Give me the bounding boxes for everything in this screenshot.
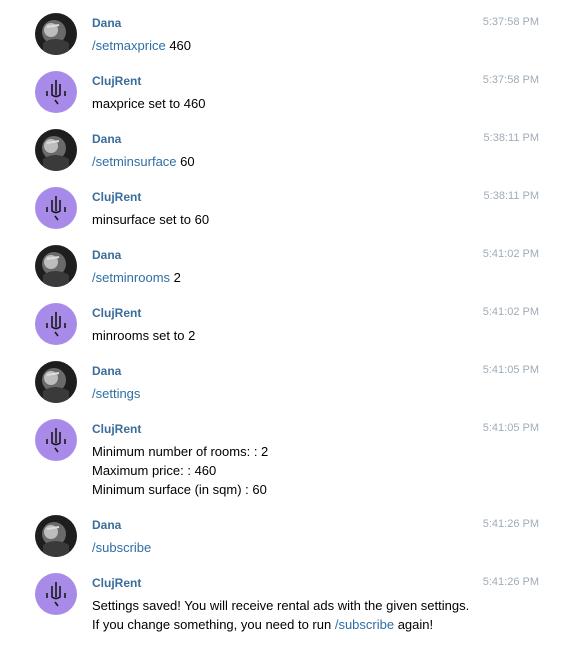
user-avatar[interactable]: [35, 515, 77, 557]
sender-name[interactable]: ClujRent: [92, 74, 141, 88]
message-line: Settings saved! You will receive rental …: [92, 598, 470, 613]
user-avatar[interactable]: [35, 129, 77, 171]
message-text: /settings: [92, 384, 140, 403]
command-link[interactable]: /setmaxprice: [92, 38, 166, 53]
message-timestamp: 5:41:05 PM: [482, 422, 539, 434]
message-line: maxprice set to 460: [92, 96, 206, 111]
message-line-suffix: again!: [394, 617, 434, 632]
user-avatar[interactable]: [35, 361, 77, 403]
bot-avatar[interactable]: [35, 573, 77, 615]
message-text: Minimum number of rooms: : 2 Maximum pri…: [92, 442, 268, 499]
bot-avatar[interactable]: [35, 187, 77, 229]
message-timestamp: 5:38:11 PM: [483, 132, 539, 144]
user-avatar[interactable]: [35, 245, 77, 287]
chat-history: Dana 5:37:58 PM /setmaxprice 460 ClujRen…: [0, 0, 572, 645]
message-timestamp: 5:41:26 PM: [482, 576, 539, 588]
sender-name[interactable]: Dana: [92, 364, 121, 378]
message-text: /setminrooms 2: [92, 268, 181, 287]
command-link[interactable]: /settings: [92, 386, 140, 401]
sender-name[interactable]: ClujRent: [92, 190, 141, 204]
bot-avatar[interactable]: [35, 71, 77, 113]
sender-name[interactable]: Dana: [92, 248, 121, 262]
sender-name[interactable]: ClujRent: [92, 306, 141, 320]
message-text: /subscribe: [92, 538, 151, 557]
command-link[interactable]: /setminsurface: [92, 154, 177, 169]
bot-avatar[interactable]: [35, 303, 77, 345]
command-link[interactable]: /setminrooms: [92, 270, 170, 285]
subscribe-command-link[interactable]: /subscribe: [335, 617, 394, 632]
sender-name[interactable]: Dana: [92, 518, 121, 532]
message-line: Minimum number of rooms: : 2: [92, 444, 269, 459]
message-text: minsurface set to 60: [92, 210, 209, 229]
message-timestamp: 5:37:58 PM: [482, 16, 539, 28]
sender-name[interactable]: Dana: [92, 16, 121, 30]
message-line: minrooms set to 2: [92, 328, 196, 343]
command-argument: 2: [170, 270, 181, 285]
bot-avatar[interactable]: [35, 419, 77, 461]
message-line: minsurface set to 60: [92, 212, 210, 227]
message-text: maxprice set to 460: [92, 94, 205, 113]
message-timestamp: 5:41:05 PM: [482, 364, 539, 376]
message-text: Settings saved! You will receive rental …: [92, 596, 469, 634]
message-line-prefix: If you change something, you need to run: [92, 617, 335, 632]
command-argument: 460: [165, 38, 192, 53]
message-timestamp: 5:41:02 PM: [482, 306, 539, 318]
sender-name[interactable]: ClujRent: [92, 576, 141, 590]
message-text: /setmaxprice 460: [92, 36, 191, 55]
message-timestamp: 5:41:26 PM: [482, 518, 539, 530]
message-timestamp: 5:38:11 PM: [483, 190, 539, 202]
message-line: If you change something, you need to run…: [92, 615, 469, 634]
user-avatar[interactable]: [35, 13, 77, 55]
command-link[interactable]: /subscribe: [92, 540, 151, 555]
message-text: /setminsurface 60: [92, 152, 195, 171]
message-line: Minimum surface (in sqm) : 60: [92, 482, 267, 497]
sender-name[interactable]: Dana: [92, 132, 121, 146]
message-timestamp: 5:37:58 PM: [482, 74, 539, 86]
sender-name[interactable]: ClujRent: [92, 422, 141, 436]
message-text: minrooms set to 2: [92, 326, 195, 345]
message-line: Maximum price: : 460: [92, 463, 217, 478]
message-timestamp: 5:41:02 PM: [482, 248, 539, 260]
command-argument: 60: [176, 154, 195, 169]
